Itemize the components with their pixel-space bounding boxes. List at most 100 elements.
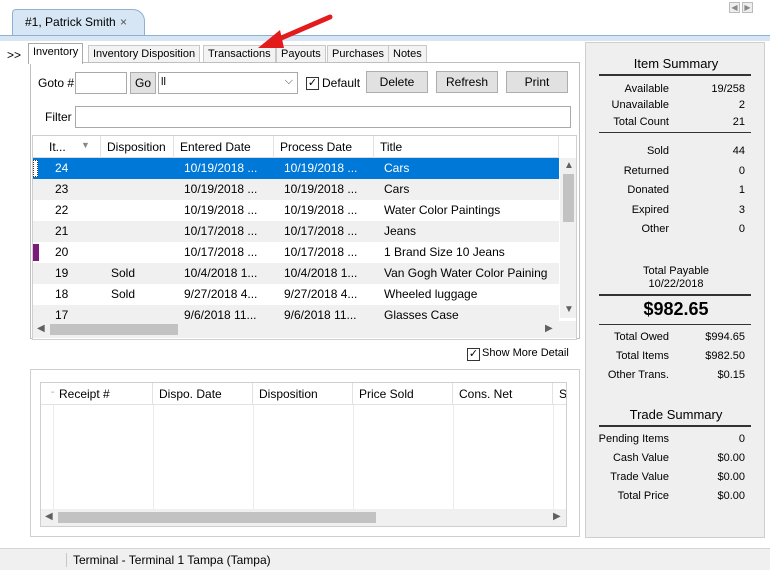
table-row[interactable]: 18 Sold 9/27/2018 4... 9/27/2018 4... Wh… xyxy=(33,284,559,305)
column-header-dispo-date[interactable]: Dispo. Date xyxy=(153,383,253,405)
table-row[interactable]: 24 10/19/2018 ... 10/19/2018 ... Cars xyxy=(33,158,559,179)
summary-value: $982.50 xyxy=(705,350,745,362)
summary-value: 21 xyxy=(732,116,745,128)
table-row[interactable]: 23 10/19/2018 ... 10/19/2018 ... Cars xyxy=(33,179,559,200)
cell-process-date: 10/4/2018 1... xyxy=(284,266,358,280)
scroll-left-icon[interactable]: ◀ xyxy=(45,511,53,522)
show-more-detail-checkbox[interactable]: ✓ xyxy=(467,348,480,361)
scroll-right-icon[interactable]: ▶ xyxy=(742,2,753,13)
annotation-arrow-icon xyxy=(258,14,333,48)
cell-item: 19 xyxy=(55,266,69,280)
summary-value: 19/258 xyxy=(711,83,745,95)
chevron-down-icon: ⌵ xyxy=(284,75,293,87)
column-header-entered-date[interactable]: Entered Date xyxy=(174,136,274,158)
column-header-title[interactable]: Title xyxy=(374,136,559,158)
summary-label: Other Trans. xyxy=(607,369,669,381)
trade-label: Trade Value xyxy=(610,471,669,483)
document-tab-strip xyxy=(0,35,770,41)
column-header-item[interactable]: It... ▼ xyxy=(33,136,101,158)
scroll-right-icon[interactable]: ▶ xyxy=(545,323,553,334)
column-divider xyxy=(453,405,454,513)
trade-label: Total Price xyxy=(617,490,669,502)
inventory-grid: It... ▼ Disposition Entered Date Process… xyxy=(32,135,577,340)
filter-combo[interactable]: ll ⌵ xyxy=(158,72,298,94)
row-indicator xyxy=(33,160,38,177)
cell-disposition xyxy=(101,179,174,200)
scroll-down-icon[interactable]: ▼ xyxy=(564,304,574,315)
expand-panel-button[interactable]: >> xyxy=(7,48,21,62)
summary-value: 1 xyxy=(738,184,745,196)
default-checkbox[interactable]: ✓ xyxy=(306,77,319,90)
scroll-left-icon[interactable]: ◀ xyxy=(729,2,740,13)
cell-item: 22 xyxy=(55,203,69,217)
scrollbar-thumb[interactable] xyxy=(50,324,178,335)
goto-input[interactable] xyxy=(75,72,127,94)
vertical-scrollbar[interactable]: ▲ ▼ xyxy=(560,158,576,318)
column-header-cons-net[interactable]: Cons. Net xyxy=(453,383,553,405)
summary-label: Total Count xyxy=(613,116,669,128)
column-divider xyxy=(553,405,554,513)
column-header-disposition[interactable]: Disposition xyxy=(101,136,174,158)
cell-process-date: 10/19/2018 ... xyxy=(284,203,358,217)
total-payable-label: Total Payable xyxy=(642,265,710,277)
column-header-process-date[interactable]: Process Date xyxy=(274,136,374,158)
column-header-receipt[interactable]: Receipt # xyxy=(53,383,153,405)
tab-inventory[interactable]: Inventory xyxy=(28,43,84,64)
filter-label: Filter xyxy=(45,110,72,124)
divider xyxy=(599,132,751,133)
scroll-right-icon[interactable]: ▶ xyxy=(553,511,561,522)
refresh-button[interactable]: Refresh xyxy=(436,71,498,93)
cell-item: 18 xyxy=(55,287,69,301)
summary-label: Total Items xyxy=(615,350,669,362)
column-header-disposition[interactable]: Disposition xyxy=(253,383,353,405)
filter-combo-value: ll xyxy=(161,76,166,88)
total-payable-date: 10/22/2018 xyxy=(648,278,704,290)
show-more-detail-label: Show More Detail xyxy=(482,347,569,359)
cell-title: Van Gogh Water Color Paining xyxy=(384,266,548,280)
go-button[interactable]: Go xyxy=(130,72,156,94)
delete-button[interactable]: Delete xyxy=(366,71,428,93)
table-row[interactable]: 19 Sold 10/4/2018 1... 10/4/2018 1... Va… xyxy=(33,263,559,284)
cell-item: 21 xyxy=(55,224,69,238)
horizontal-scrollbar[interactable]: ◀ ▶ xyxy=(33,321,576,338)
close-icon[interactable]: × xyxy=(120,15,127,29)
scroll-up-icon[interactable]: ▲ xyxy=(564,160,574,171)
scrollbar-thumb[interactable] xyxy=(563,174,574,222)
print-button[interactable]: Print xyxy=(506,71,568,93)
table-row[interactable]: 20 10/17/2018 ... 10/17/2018 ... 1 Brand… xyxy=(33,242,559,263)
filter-input[interactable] xyxy=(75,106,571,128)
column-header-price-sold[interactable]: Price Sold xyxy=(353,383,453,405)
cell-entered-date: 10/17/2018 ... xyxy=(184,245,258,259)
scroll-left-icon[interactable]: ◀ xyxy=(37,323,45,334)
summary-value: $0.15 xyxy=(717,369,745,381)
summary-value: 0 xyxy=(738,223,745,235)
column-header-s[interactable]: S xyxy=(553,383,566,405)
horizontal-scrollbar[interactable]: ◀ ▶ xyxy=(41,509,566,526)
summary-label: Sold xyxy=(646,145,669,157)
summary-label: Returned xyxy=(623,165,669,177)
row-color-marker xyxy=(33,244,39,261)
cell-disposition: Sold xyxy=(111,287,136,301)
cell-title: Cars xyxy=(384,182,410,196)
trade-label: Pending Items xyxy=(598,433,669,445)
scrollbar-thumb[interactable] xyxy=(58,512,376,523)
summary-value: 3 xyxy=(738,204,745,216)
summary-label: Available xyxy=(624,83,669,95)
cell-entered-date: 9/27/2018 4... xyxy=(184,287,258,301)
summary-value: 2 xyxy=(738,99,745,111)
document-tab-title: #1, Patrick Smith xyxy=(25,15,116,29)
trade-summary-title: Trade Summary xyxy=(629,407,723,422)
summary-label: Other xyxy=(641,223,669,235)
total-payable-amount: $982.65 xyxy=(643,299,709,319)
table-row[interactable]: 22 10/19/2018 ... 10/19/2018 ... Water C… xyxy=(33,200,559,221)
summary-panel: Item Summary Available 19/258 Unavailabl… xyxy=(585,42,765,538)
table-row[interactable]: 21 10/17/2018 ... 10/17/2018 ... Jeans xyxy=(33,221,559,242)
table-row[interactable]: 17 9/6/2018 11... 9/6/2018 11... Glasses… xyxy=(33,305,559,322)
cell-entered-date: 10/19/2018 ... xyxy=(184,182,258,196)
cell-item: 23 xyxy=(55,182,69,196)
status-text: Terminal - Terminal 1 Tampa (Tampa) xyxy=(66,553,271,567)
document-tab[interactable]: #1, Patrick Smith × xyxy=(12,9,145,36)
receipt-grid: - Receipt # Dispo. Date Disposition Pric… xyxy=(40,382,567,527)
trade-value: $0.00 xyxy=(717,471,745,483)
trade-value: $0.00 xyxy=(717,452,745,464)
